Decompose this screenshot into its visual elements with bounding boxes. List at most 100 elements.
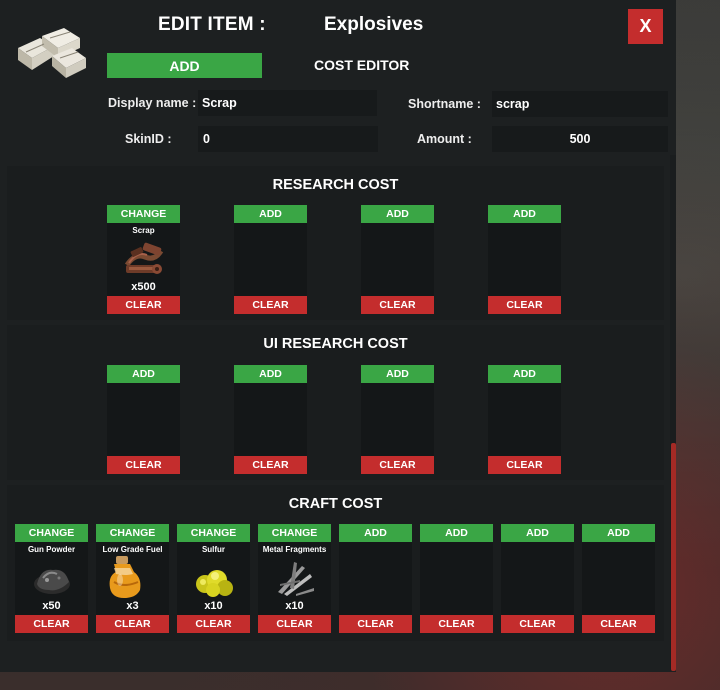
edit-item-panel: EDIT ITEM : Explosives X ADD COST EDITOR… [0, 0, 676, 672]
display-name-label: Display name : [108, 96, 197, 110]
add-button[interactable]: ADD [488, 205, 561, 223]
research-slot-1: CHANGE Scrap x500 CLEAR [107, 205, 180, 315]
craft-slot-6: ADD CLEAR [420, 524, 493, 634]
slot-body [361, 223, 434, 296]
slot-body [501, 542, 574, 615]
clear-button[interactable]: CLEAR [107, 296, 180, 314]
add-button[interactable]: ADD [234, 205, 307, 223]
slot-item-name: Metal Fragments [262, 545, 327, 554]
clear-button[interactable]: CLEAR [96, 615, 169, 633]
gun-powder-icon [34, 569, 70, 594]
research-slot-3: ADD CLEAR [361, 205, 434, 315]
low-grade-fuel-icon [109, 556, 141, 598]
change-button[interactable]: CHANGE [258, 524, 331, 542]
change-button[interactable]: CHANGE [107, 205, 180, 223]
display-name-input[interactable]: Scrap [198, 90, 377, 116]
clear-button[interactable]: CLEAR [234, 296, 307, 314]
metal-fragments-icon [278, 562, 314, 596]
change-button[interactable]: CHANGE [177, 524, 250, 542]
ui-research-slot-3: ADD CLEAR [361, 365, 434, 475]
craft-slot-2: CHANGE Low Grade Fuel x3 CLEAR [96, 524, 169, 634]
shortname-value: scrap [496, 97, 530, 111]
clear-button[interactable]: CLEAR [361, 296, 434, 314]
amount-label: Amount : [417, 132, 472, 146]
change-button[interactable]: CHANGE [15, 524, 88, 542]
clear-button[interactable]: CLEAR [234, 456, 307, 474]
ui-research-cost-title: UI RESEARCH COST [263, 336, 408, 352]
slot-item-amount: x500 [131, 281, 156, 293]
research-cost-title: RESEARCH COST [272, 177, 399, 193]
clear-button[interactable]: CLEAR [488, 296, 561, 314]
add-button[interactable]: ADD [488, 365, 561, 383]
add-button[interactable]: ADD [420, 524, 493, 542]
skinid-value: 0 [203, 132, 210, 146]
skinid-input[interactable]: 0 [198, 126, 378, 152]
slot-item-name: Low Grade Fuel [102, 545, 163, 554]
clear-button[interactable]: CLEAR [177, 615, 250, 633]
clear-button[interactable]: CLEAR [15, 615, 88, 633]
slot-item-name: Gun Powder [27, 545, 76, 554]
slot-body [107, 383, 180, 456]
clear-button[interactable]: CLEAR [258, 615, 331, 633]
skinid-label: SkinID : [125, 132, 172, 146]
clear-button[interactable]: CLEAR [501, 615, 574, 633]
cost-editor-button[interactable]: COST EDITOR [314, 57, 409, 73]
slot-body [234, 223, 307, 296]
slot-item-amount: x10 [285, 600, 304, 612]
add-button[interactable]: ADD [361, 205, 434, 223]
slot-item-amount: x50 [42, 600, 61, 612]
slot-body: Scrap x500 [107, 223, 180, 296]
scrollbar-thumb[interactable] [671, 443, 676, 671]
slot-body [420, 542, 493, 615]
slot-body: Low Grade Fuel x3 [96, 542, 169, 615]
clear-button[interactable]: CLEAR [420, 615, 493, 633]
ui-research-cost-section: UI RESEARCH COST ADD CLEAR ADD CLEAR ADD… [7, 325, 664, 480]
craft-slot-4: CHANGE Metal Fragments x10 CLEAR [258, 524, 331, 634]
research-slot-4: ADD CLEAR [488, 205, 561, 315]
clear-button[interactable]: CLEAR [361, 456, 434, 474]
slot-body: Sulfur x10 [177, 542, 250, 615]
display-name-value: Scrap [202, 96, 237, 110]
add-button[interactable]: ADD [107, 365, 180, 383]
explosives-icon [18, 28, 86, 78]
slot-body [339, 542, 412, 615]
craft-slot-8: ADD CLEAR [582, 524, 655, 634]
clear-button[interactable]: CLEAR [107, 456, 180, 474]
scrap-icon [124, 242, 164, 274]
slot-body [361, 383, 434, 456]
edit-item-title: EDIT ITEM : [158, 14, 266, 35]
amount-input[interactable]: 500 [492, 126, 668, 152]
craft-cost-section: CRAFT COST CHANGE Gun Powder x50 CLEAR C… [7, 485, 664, 641]
slot-body [488, 223, 561, 296]
slot-body: Gun Powder x50 [15, 542, 88, 615]
add-button[interactable]: ADD [339, 524, 412, 542]
slot-item-amount: x3 [126, 600, 139, 612]
shortname-input[interactable]: scrap [492, 91, 668, 117]
change-button[interactable]: CHANGE [96, 524, 169, 542]
add-button[interactable]: ADD [501, 524, 574, 542]
slot-body: Metal Fragments x10 [258, 542, 331, 615]
item-name-title: Explosives [324, 14, 424, 35]
craft-slot-1: CHANGE Gun Powder x50 CLEAR [15, 524, 88, 634]
slot-item-name: Scrap [132, 226, 155, 235]
craft-slot-3: CHANGE Sulfur x10 CLEAR [177, 524, 250, 634]
craft-slot-7: ADD CLEAR [501, 524, 574, 634]
slot-body [488, 383, 561, 456]
ui-research-slot-1: ADD CLEAR [107, 365, 180, 475]
clear-button[interactable]: CLEAR [582, 615, 655, 633]
craft-slot-5: ADD CLEAR [339, 524, 412, 634]
research-cost-section: RESEARCH COST CHANGE Scrap x500 CLEAR AD… [7, 166, 664, 320]
slot-item-name: Sulfur [201, 545, 226, 554]
add-button[interactable]: ADD [582, 524, 655, 542]
ui-research-slot-4: ADD CLEAR [488, 365, 561, 475]
clear-button[interactable]: CLEAR [339, 615, 412, 633]
add-button[interactable]: ADD [361, 365, 434, 383]
add-button[interactable]: ADD [234, 365, 307, 383]
shortname-label: Shortname : [408, 97, 481, 111]
clear-button[interactable]: CLEAR [488, 456, 561, 474]
ui-research-slot-2: ADD CLEAR [234, 365, 307, 475]
add-item-button[interactable]: ADD [107, 53, 262, 78]
sulfur-icon [196, 570, 233, 597]
slot-item-amount: x10 [204, 600, 223, 612]
close-button[interactable]: X [628, 9, 663, 44]
